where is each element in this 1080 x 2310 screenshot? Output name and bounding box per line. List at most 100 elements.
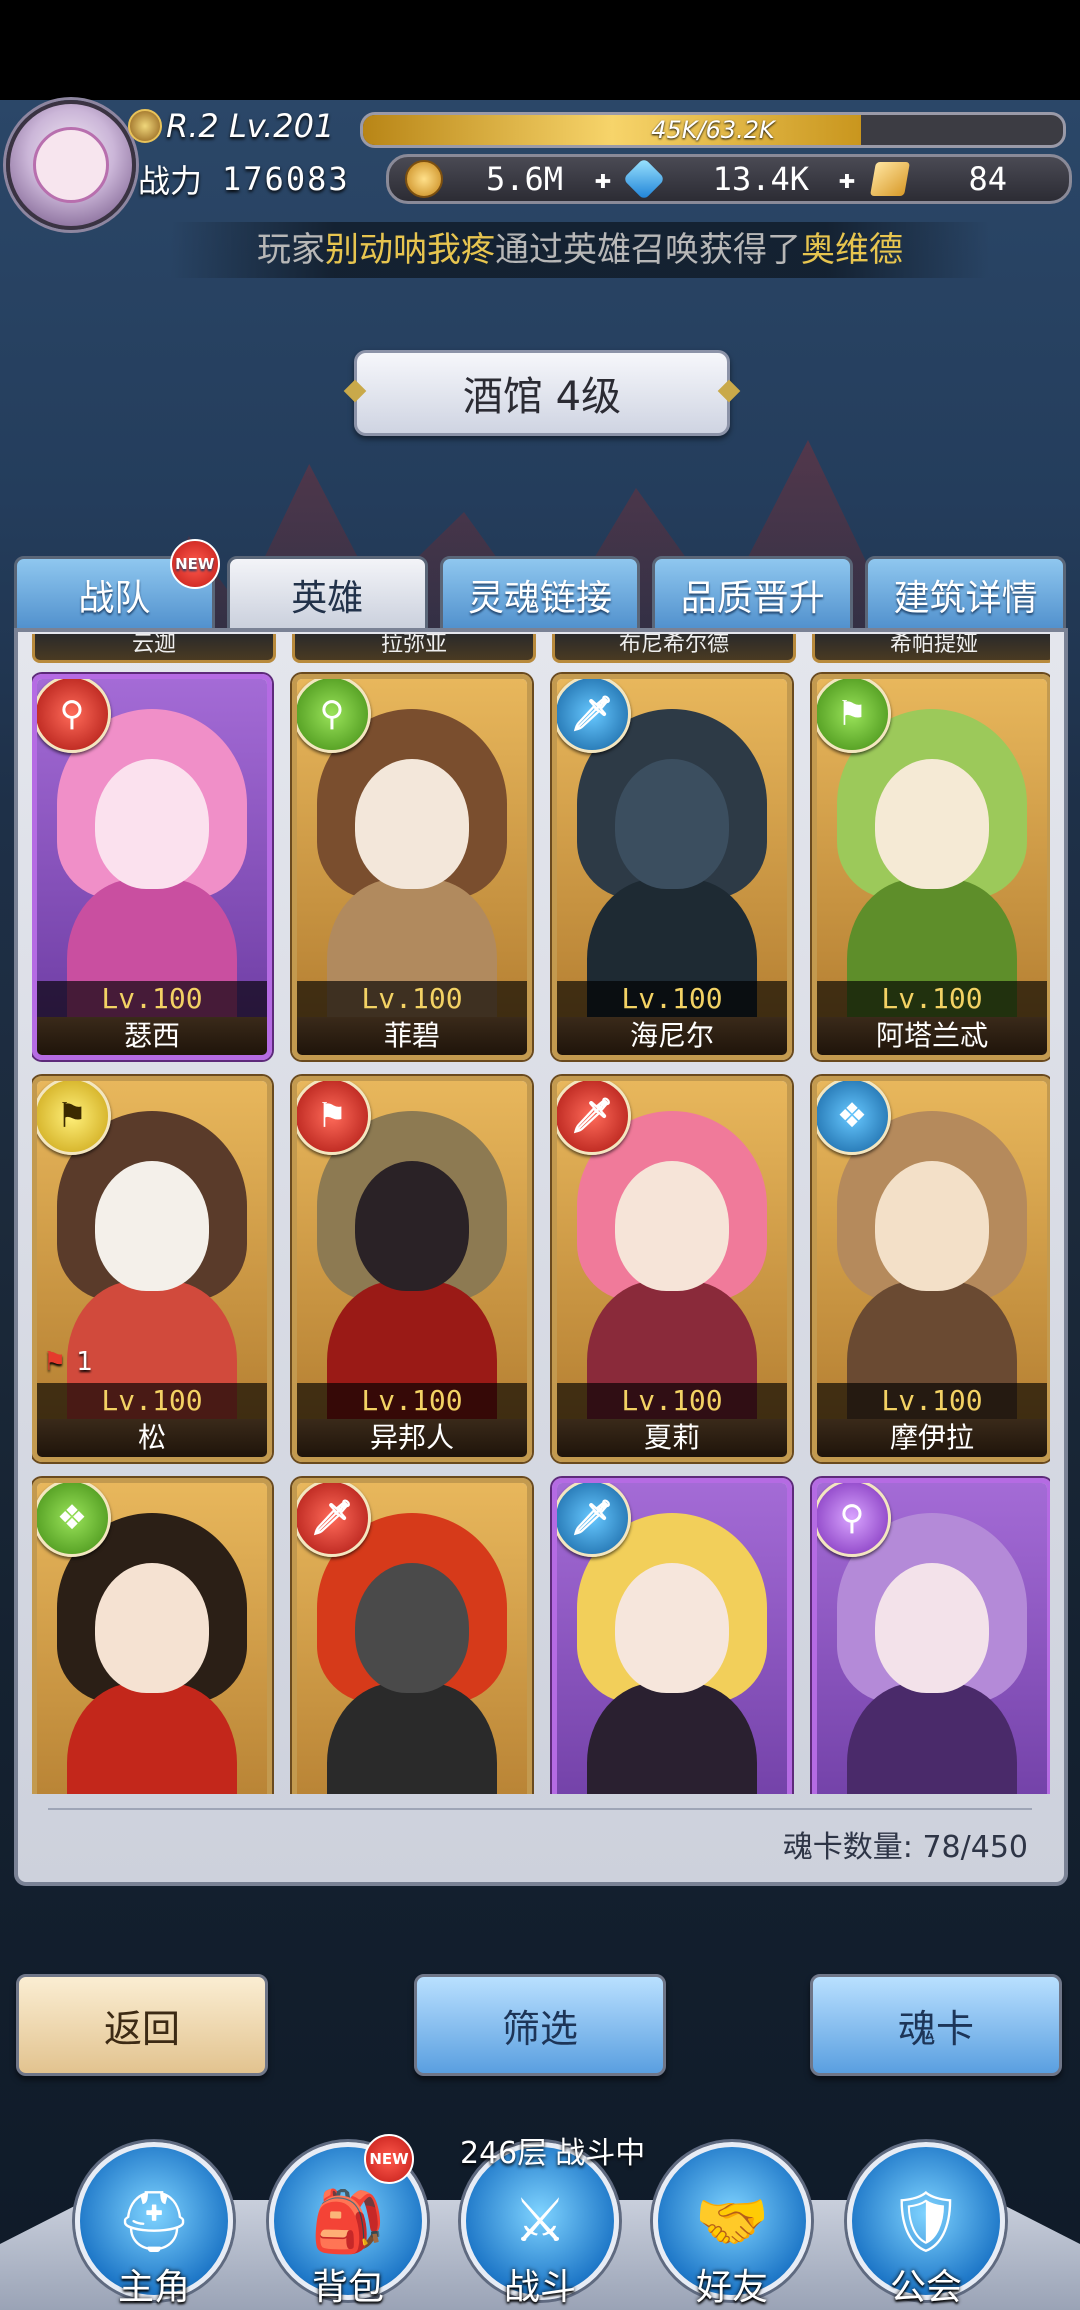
hero-card[interactable]: ⚑ ⚑ 1 Lv.100 松 (32, 1076, 272, 1462)
nav-hero[interactable]: ⛑ 主角 (75, 2142, 233, 2310)
add-gems-icon[interactable]: ✚ (831, 163, 863, 195)
power-value: 176083 (222, 160, 350, 198)
avatar-portrait (33, 127, 109, 203)
rank-gem-icon (128, 109, 162, 143)
hero-card[interactable]: 🗡 Lv.100 夏莉 (552, 1076, 792, 1462)
tab-building-details-label: 建筑详情 (893, 578, 1038, 619)
hero-card[interactable]: ⚲ (812, 1478, 1050, 1794)
back-button[interactable]: 返回 (16, 1974, 268, 2076)
panel-divider (48, 1808, 1032, 1810)
hero-card[interactable]: ⚲ Lv.100 瑟西 (32, 674, 272, 1060)
hero-card[interactable]: ❖ Lv.100 摩伊拉 (812, 1076, 1050, 1462)
hero-card[interactable]: ❖ (32, 1478, 272, 1794)
tab-heroes[interactable]: 英雄 (226, 556, 428, 634)
hero-level: Lv.100 (297, 981, 527, 1017)
tab-bar: 战队 NEW 英雄 灵魂链接 品质晋升 建筑详情 (14, 539, 1066, 634)
hero-name: 夏莉 (557, 1419, 787, 1457)
hero-level: Lv.100 (557, 981, 787, 1017)
partial-hero-card[interactable]: 布尼希尔德 (552, 634, 796, 663)
hero-name: 菲碧 (297, 1017, 527, 1055)
combat-power: 战力 176083 (138, 156, 350, 202)
flag-icon: ⚑ (297, 1081, 371, 1155)
soul-card-button[interactable]: 魂卡 (810, 1974, 1062, 2076)
hero-star-count-value: 1 (76, 1347, 93, 1377)
resource-bar: 5.6M ✚ 13.4K ✚ 84 (386, 154, 1072, 204)
dagger-icon: 🗡 (557, 1483, 631, 1557)
exp-bar: 45K/63.2K (360, 112, 1066, 148)
battle-floor: 246层 (460, 2136, 548, 2171)
hero-name: 海尼尔 (557, 1017, 787, 1055)
tab-soul-link-label: 灵魂链接 (467, 578, 612, 619)
hero-name: 异邦人 (297, 1419, 527, 1457)
hero-name: 松 (37, 1419, 267, 1457)
partial-row: 云迦 拉弥亚 布尼希尔德 希帕提娅 (32, 634, 1050, 664)
card-currency-amount: 84 (968, 160, 1007, 198)
tab-quality-upgrade[interactable]: 品质晋升 (652, 556, 854, 634)
magnifier-icon: ⚲ (297, 679, 371, 753)
hero-grid[interactable]: 云迦 拉弥亚 布尼希尔德 希帕提娅 ⚲ Lv.100 瑟西 ⚲ Lv.100 菲碧 🗡 Lv.… (32, 634, 1050, 1794)
magnifier-icon: ⚲ (37, 679, 111, 753)
flag-icon: ⚑ (37, 1081, 111, 1155)
soul-card-count: 魂卡数量: 78/450 (782, 1830, 1028, 1865)
hero-card[interactable]: ⚑ Lv.100 异邦人 (292, 1076, 532, 1462)
rank-level: R.2 Lv.201 (128, 104, 334, 148)
broadcast-prefix: 玩家 (257, 230, 325, 270)
tab-quality-upgrade-label: 品质晋升 (680, 578, 825, 619)
broadcast-ticker: 玩家别动呐我疼通过英雄召唤获得了奥维德 (170, 222, 990, 278)
coin-amount: 5.6M (485, 160, 563, 198)
hero-card[interactable]: 🗡 (552, 1478, 792, 1794)
nav-hero-label: 主角 (117, 2267, 190, 2308)
coin-icon (405, 160, 443, 198)
exp-text: 45K/63.2K (651, 116, 775, 144)
nav-guild[interactable]: 🛡 公会 (847, 2142, 1005, 2310)
battle-status: 246层 战斗中 (460, 2128, 645, 2172)
tab-team-label: 战队 (78, 578, 151, 619)
hero-card[interactable]: 🗡 Lv.100 海尼尔 (552, 674, 792, 1060)
partial-hero-card[interactable]: 希帕提娅 (812, 634, 1050, 663)
hero-level: Lv.100 (817, 1383, 1047, 1419)
partial-hero-card[interactable]: 拉弥亚 (292, 634, 536, 663)
flag-icon: ⚑ (43, 1347, 67, 1377)
dagger-icon: 🗡 (557, 1081, 631, 1155)
tab-team[interactable]: 战队 NEW (14, 539, 220, 634)
wings-icon: ❖ (37, 1483, 111, 1557)
nav-friends[interactable]: 🤝 好友 (653, 2142, 811, 2310)
battle-state: 战斗中 (555, 2136, 646, 2171)
wings-icon: ❖ (817, 1081, 891, 1155)
add-coins-icon[interactable]: ✚ (587, 163, 619, 195)
flag-icon: ⚑ (817, 679, 891, 753)
nav-battle-label: 战斗 (503, 2267, 576, 2308)
hero-level: Lv.100 (37, 981, 267, 1017)
broadcast-player: 别动呐我疼 (325, 230, 495, 270)
player-avatar[interactable] (6, 100, 136, 230)
power-label: 战力 (138, 162, 203, 200)
hero-level: Lv.100 (297, 1383, 527, 1419)
hero-card[interactable]: 🗡 (292, 1478, 532, 1794)
dagger-icon: 🗡 (557, 679, 631, 753)
hero-card[interactable]: ⚲ Lv.100 菲碧 (292, 674, 532, 1060)
nav-backpack[interactable]: 🎒 NEW 背包 (269, 2134, 427, 2310)
tab-building-details[interactable]: 建筑详情 (865, 556, 1066, 634)
hero-level: Lv.100 (37, 1383, 267, 1419)
status-bar-area (0, 0, 1080, 100)
new-badge: NEW (169, 539, 220, 589)
gem-amount: 13.4K (712, 160, 809, 198)
partial-hero-card[interactable]: 云迦 (32, 634, 276, 663)
soul-card-currency-icon (870, 162, 910, 196)
tab-soul-link[interactable]: 灵魂链接 (439, 556, 641, 634)
hero-level: Lv.100 (817, 981, 1047, 1017)
rank-level-text: R.2 Lv.201 (166, 107, 335, 145)
hero-panel: 云迦 拉弥亚 布尼希尔德 希帕提娅 ⚲ Lv.100 瑟西 ⚲ Lv.100 菲碧 🗡 Lv.… (14, 628, 1068, 1886)
hero-card[interactable]: ⚑ Lv.100 阿塔兰忒 (812, 674, 1050, 1060)
hero-name: 阿塔兰忒 (817, 1017, 1047, 1055)
page-title: 酒馆 4级 (354, 350, 730, 436)
nav-guild-label: 公会 (889, 2267, 962, 2308)
broadcast-hero: 奥维德 (801, 230, 903, 270)
magnifier-icon: ⚲ (817, 1483, 891, 1557)
nav-friends-label: 好友 (695, 2267, 768, 2308)
dagger-icon: 🗡 (297, 1483, 371, 1557)
broadcast-middle: 通过英雄召唤获得了 (495, 230, 801, 270)
hero-name: 瑟西 (37, 1017, 267, 1055)
new-badge: NEW (364, 2134, 414, 2184)
filter-button[interactable]: 筛选 (414, 1974, 666, 2076)
